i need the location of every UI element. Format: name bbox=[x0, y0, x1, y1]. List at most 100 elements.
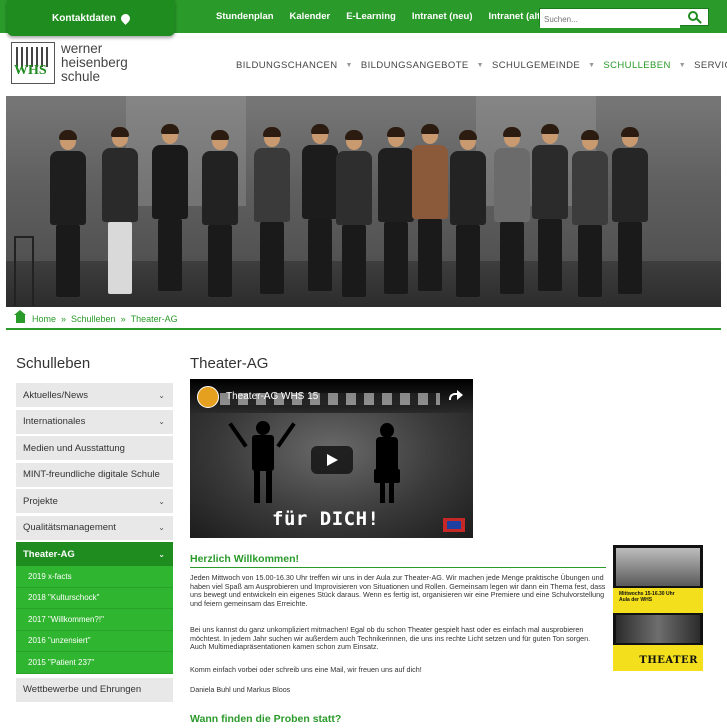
home-icon[interactable] bbox=[14, 310, 26, 323]
top-links: Stundenplan Kalender E-Learning Intranet… bbox=[216, 0, 559, 33]
person-legs bbox=[208, 225, 232, 297]
person-hair bbox=[581, 130, 599, 140]
person-legs bbox=[260, 222, 284, 294]
person-torso bbox=[152, 145, 188, 219]
sidebar-subitem-2018[interactable]: 2018 "Kulturschock" bbox=[16, 587, 173, 609]
person-torso bbox=[378, 148, 414, 222]
theater-poster[interactable]: Mittwochs 15-16.30 Uhr Aula der WHS THEA… bbox=[613, 545, 703, 671]
join-paragraph: Bei uns kannst du ganz unkompliziert mit… bbox=[190, 625, 591, 652]
video-player[interactable]: Theater-AG WHS 15 für DICH! bbox=[190, 379, 473, 538]
nav-service[interactable]: SERVICE ▼ bbox=[694, 60, 727, 71]
person-legs bbox=[342, 225, 366, 297]
nav-label: SCHULGEMEINDE bbox=[492, 60, 581, 71]
search-icon[interactable] bbox=[688, 11, 698, 21]
hero-person bbox=[412, 124, 448, 291]
person-hair bbox=[503, 127, 521, 137]
toplink-stundenplan[interactable]: Stundenplan bbox=[216, 11, 274, 22]
sidebar-nav: Aktuelles/News ⌄ Internationales ⌄ Medie… bbox=[16, 383, 173, 704]
person-torso bbox=[102, 148, 138, 222]
silhouette-figure bbox=[254, 471, 260, 503]
video-title[interactable]: Theater-AG WHS 15 bbox=[226, 391, 318, 402]
person-legs bbox=[618, 222, 642, 294]
sidebar-item-label: Theater-AG bbox=[23, 548, 75, 560]
play-button[interactable] bbox=[311, 446, 353, 474]
sidebar-item-theater-ag[interactable]: Theater-AG ⌄ bbox=[16, 542, 173, 566]
person-hair bbox=[211, 130, 229, 140]
sidebar-item-qualitaet[interactable]: Qualitätsmanagement ⌄ bbox=[16, 515, 173, 540]
sidebar-subitem-2015[interactable]: 2015 "Patient 237" bbox=[16, 652, 173, 674]
welcome-heading: Herzlich Willkommen! bbox=[190, 553, 300, 565]
toplink-kalender[interactable]: Kalender bbox=[290, 11, 331, 22]
chevron-down-icon: ⌄ bbox=[158, 390, 165, 400]
nav-bildungschancen[interactable]: BILDUNGSCHANCEN ▼ bbox=[236, 60, 361, 71]
hero-person bbox=[102, 127, 138, 294]
sidebar-item-wettbewerbe[interactable]: Wettbewerbe und Ehrungen bbox=[16, 677, 173, 702]
sidebar-subitem-2017[interactable]: 2017 "Willkommen?!" bbox=[16, 609, 173, 631]
person-hair bbox=[621, 127, 639, 137]
toplink-elearning[interactable]: E-Learning bbox=[346, 11, 396, 22]
school-logo[interactable]: WHS werner heisenberg schule bbox=[11, 42, 128, 84]
main-nav: BILDUNGSCHANCEN ▼ BILDUNGSANGEBOTE ▼ SCH… bbox=[236, 60, 727, 71]
logo-letters: WHS bbox=[14, 63, 47, 78]
logo-line-1: werner bbox=[61, 41, 103, 56]
person-legs bbox=[56, 225, 80, 297]
silhouette-figure bbox=[389, 483, 394, 503]
sidebar-item-mint[interactable]: MINT-freundliche digitale Schule bbox=[16, 462, 173, 487]
sidebar-subitem-2016[interactable]: 2016 "unzensiert" bbox=[16, 630, 173, 652]
person-head bbox=[581, 130, 599, 150]
sidebar-subitem-2019[interactable]: 2019 x-facts bbox=[16, 566, 173, 588]
person-legs bbox=[578, 225, 602, 297]
person-torso bbox=[336, 151, 372, 225]
breadcrumb-separator-icon: » bbox=[61, 314, 67, 324]
chevron-down-icon: ⌄ bbox=[158, 549, 165, 559]
person-torso bbox=[450, 151, 486, 225]
hero-person bbox=[450, 130, 486, 297]
toplink-intranet-alt[interactable]: Intranet (alt) bbox=[489, 11, 544, 22]
sidebar-item-internationales[interactable]: Internationales ⌄ bbox=[16, 409, 173, 434]
breadcrumb-current: Theater-AG bbox=[130, 314, 178, 324]
person-head bbox=[263, 127, 281, 147]
contact-tab[interactable]: Kontaktdaten bbox=[7, 0, 175, 36]
nav-label: BILDUNGSCHANCEN bbox=[236, 60, 338, 71]
nav-bildungsangebote[interactable]: BILDUNGSANGEBOTE ▼ bbox=[361, 60, 492, 71]
person-head bbox=[541, 124, 559, 144]
person-torso bbox=[412, 145, 448, 219]
share-icon[interactable] bbox=[449, 388, 463, 402]
person-torso bbox=[612, 148, 648, 222]
poster-photo bbox=[616, 615, 700, 643]
person-torso bbox=[494, 148, 530, 222]
sidebar-item-projekte[interactable]: Projekte ⌄ bbox=[16, 489, 173, 513]
location-pin-icon bbox=[119, 11, 132, 25]
toplink-intranet-neu[interactable]: Intranet (neu) bbox=[412, 11, 473, 22]
hero-railing bbox=[14, 236, 34, 306]
search-input[interactable] bbox=[540, 11, 680, 28]
person-head bbox=[459, 130, 477, 150]
breadcrumb: Home » Schulleben » Theater-AG bbox=[14, 310, 178, 324]
person-hair bbox=[59, 130, 77, 140]
video-overlay-text: für DICH! bbox=[272, 508, 380, 530]
breadcrumb-home[interactable]: Home bbox=[32, 314, 56, 324]
logo-mark: WHS bbox=[11, 42, 55, 84]
person-hair bbox=[311, 124, 329, 134]
person-torso bbox=[202, 151, 238, 225]
sidebar-item-label: Internationales bbox=[23, 416, 86, 427]
person-legs bbox=[108, 222, 132, 294]
person-hair bbox=[111, 127, 129, 137]
person-hair bbox=[263, 127, 281, 137]
nav-schulgemeinde[interactable]: SCHULGEMEINDE ▼ bbox=[492, 60, 603, 71]
sidebar-item-medien[interactable]: Medien und Ausstattung bbox=[16, 436, 173, 460]
silhouette-figure bbox=[380, 423, 394, 438]
person-legs bbox=[500, 222, 524, 294]
page-title: Theater-AG bbox=[190, 355, 269, 372]
sidebar-item-aktuelles[interactable]: Aktuelles/News ⌄ bbox=[16, 383, 173, 407]
nav-schulleben[interactable]: SCHULLEBEN ▼ bbox=[603, 60, 694, 71]
chevron-down-icon: ⌄ bbox=[158, 523, 165, 532]
person-head bbox=[211, 130, 229, 150]
person-hair bbox=[541, 124, 559, 134]
channel-avatar[interactable] bbox=[197, 386, 219, 408]
intro-paragraph: Jeden Mittwoch von 15.00-16.30 Uhr treff… bbox=[190, 573, 606, 608]
silhouette-figure bbox=[256, 421, 270, 435]
person-hair bbox=[459, 130, 477, 140]
silhouette-figure bbox=[380, 483, 385, 503]
breadcrumb-schulleben[interactable]: Schulleben bbox=[71, 314, 116, 324]
